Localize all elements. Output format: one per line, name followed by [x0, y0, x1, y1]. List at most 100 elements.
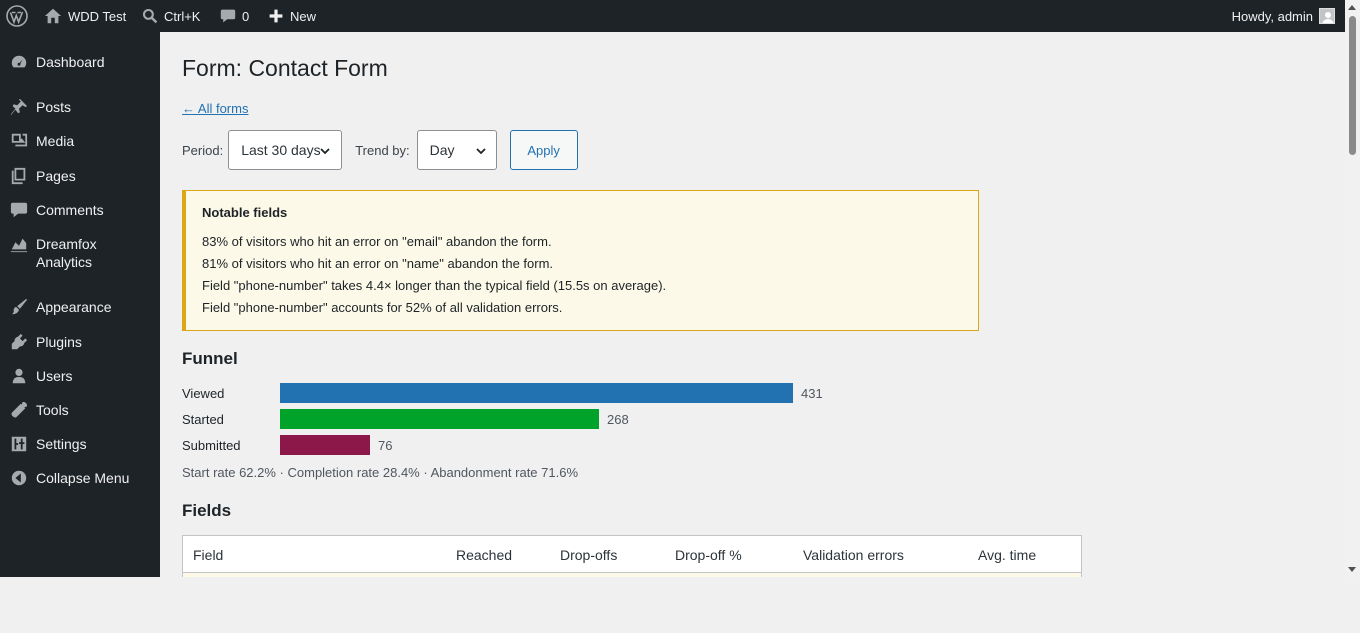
howdy-label: Howdy, admin: [1231, 8, 1313, 24]
sidebar-item-appearance[interactable]: Appearance: [0, 298, 160, 316]
column-header-drop-off-percent[interactable]: Drop-off %: [675, 547, 742, 563]
dashboard-icon: [0, 53, 36, 71]
trend-value: Day: [429, 142, 455, 158]
funnel-count: 76: [378, 437, 393, 453]
sidebar-item-label: Collapse Menu: [36, 470, 130, 486]
scrollbar-thumb[interactable]: [1349, 16, 1356, 155]
column-header-reached[interactable]: Reached: [456, 547, 512, 563]
wordpress-logo-button[interactable]: [6, 0, 28, 32]
new-label: New: [290, 8, 317, 24]
search-shortcut-label: Ctrl+K: [164, 8, 201, 24]
page-scrollbar[interactable]: [1345, 0, 1360, 577]
funnel-count: 431: [801, 385, 823, 401]
sidebar-item-label: Pages: [36, 168, 76, 184]
funnel-label: Viewed: [182, 385, 225, 401]
bottom-strip: [0, 577, 1360, 633]
brush-icon: [0, 298, 36, 316]
sidebar-item-label: Dreamfox Analytics: [36, 236, 97, 270]
period-label: Period:: [182, 142, 224, 158]
trend-label: Trend by:: [355, 142, 410, 158]
comments-count: 0: [242, 8, 250, 24]
sidebar-item-media[interactable]: Media: [0, 132, 160, 150]
fields-title: Fields: [182, 501, 232, 520]
column-header-avg-time[interactable]: Avg. time: [978, 547, 1036, 563]
funnel-row-started: Started 268: [182, 409, 629, 429]
all-forms-link[interactable]: ← All forms: [182, 101, 248, 116]
page-title: Form: Contact Form: [182, 55, 388, 81]
search-icon: [142, 8, 158, 24]
sidebar-item-posts[interactable]: Posts: [0, 98, 160, 116]
funnel-row-submitted: Submitted 76: [182, 435, 392, 455]
admin-bar: WDD Test Ctrl+K 0 New Howdy, admin: [0, 0, 1345, 32]
notable-fields-notice: Notable fields 83% of visitors who hit a…: [182, 190, 979, 331]
sidebar-item-label: Media: [36, 133, 75, 149]
collapse-icon: [0, 469, 36, 487]
funnel-label: Submitted: [182, 437, 241, 453]
funnel-rates: Start rate 62.2% · Completion rate 28.4%…: [182, 465, 579, 480]
fields-table: Field Reached Drop-offs Drop-off % Valid…: [182, 535, 1082, 577]
column-header-drop-offs[interactable]: Drop-offs: [560, 547, 617, 563]
user-icon: [0, 367, 36, 385]
chart-icon: [0, 235, 36, 253]
notice-line: Field "phone-number" takes 4.4× longer t…: [202, 278, 667, 293]
sidebar-item-pages[interactable]: Pages: [0, 167, 160, 185]
sidebar-item-users[interactable]: Users: [0, 367, 160, 385]
avatar: [1319, 8, 1335, 24]
wrench-icon: [0, 401, 36, 419]
sidebar-item-label: Comments: [36, 202, 104, 218]
funnel-label: Started: [182, 411, 224, 427]
funnel-title: Funnel: [182, 349, 238, 368]
column-header-validation-errors[interactable]: Validation errors: [803, 547, 904, 563]
plug-icon: [0, 333, 36, 351]
sidebar-item-label: Appearance: [36, 299, 112, 315]
sidebar-item-dreamfox-analytics[interactable]: Dreamfox Analytics: [0, 235, 160, 271]
sidebar-item-plugins[interactable]: Plugins: [0, 333, 160, 351]
pages-icon: [0, 167, 36, 185]
filter-row: Period: Last 30 days Trend by: Day Apply: [182, 130, 578, 170]
notice-line: 83% of visitors who hit an error on "ema…: [202, 234, 552, 249]
comments-link[interactable]: 0: [220, 0, 249, 32]
home-icon: [44, 8, 62, 24]
scroll-up-arrow-icon[interactable]: [1348, 5, 1356, 10]
notice-line: Field "phone-number" accounts for 52% of…: [202, 300, 563, 315]
sidebar-item-label: Settings: [36, 436, 87, 452]
sidebar-item-label: Posts: [36, 99, 72, 115]
browser-viewport: WDD Test Ctrl+K 0 New Howdy, admin Dashb…: [0, 0, 1360, 577]
comment-bubble-icon: [220, 9, 236, 23]
site-name-link[interactable]: WDD Test: [44, 0, 126, 32]
sidebar-item-tools[interactable]: Tools: [0, 401, 160, 419]
trend-select[interactable]: Day: [416, 130, 497, 170]
new-content-button[interactable]: New: [268, 0, 316, 32]
user-account-menu[interactable]: Howdy, admin: [1232, 0, 1335, 32]
chevron-down-icon: [320, 148, 330, 155]
sidebar-item-dashboard[interactable]: Dashboard: [0, 53, 160, 71]
pushpin-icon: [0, 98, 36, 116]
sidebar-item-settings[interactable]: Settings: [0, 435, 160, 453]
notice-title: Notable fields: [202, 205, 288, 220]
funnel-count: 268: [607, 411, 629, 427]
funnel-bar: [280, 409, 599, 429]
plus-icon: [269, 9, 283, 23]
apply-button[interactable]: Apply: [509, 130, 578, 170]
funnel-bar: [280, 383, 793, 403]
media-icon: [0, 132, 36, 150]
command-search-button[interactable]: Ctrl+K: [142, 0, 200, 32]
sidebar-item-label: Dashboard: [36, 54, 105, 70]
period-value: Last 30 days: [241, 142, 321, 158]
notice-line: 81% of visitors who hit an error on "nam…: [202, 256, 554, 271]
collapse-menu-button[interactable]: Collapse Menu: [0, 469, 160, 487]
admin-sidebar: Dashboard Posts Media Pages Comments Dre…: [0, 32, 160, 577]
wordpress-logo-icon: [6, 5, 28, 27]
sidebar-item-label: Tools: [36, 402, 69, 418]
funnel-row-viewed: Viewed 431: [182, 383, 823, 403]
comment-icon: [0, 201, 36, 219]
sliders-icon: [0, 435, 36, 453]
sidebar-item-label: Plugins: [36, 334, 82, 350]
scroll-down-arrow-icon[interactable]: [1348, 567, 1356, 572]
chevron-down-icon: [476, 148, 486, 155]
sidebar-item-label: Users: [36, 368, 73, 384]
sidebar-item-comments[interactable]: Comments: [0, 201, 160, 219]
period-select[interactable]: Last 30 days: [228, 130, 343, 170]
column-header-field[interactable]: Field: [193, 547, 223, 563]
site-name-label: WDD Test: [68, 8, 127, 24]
